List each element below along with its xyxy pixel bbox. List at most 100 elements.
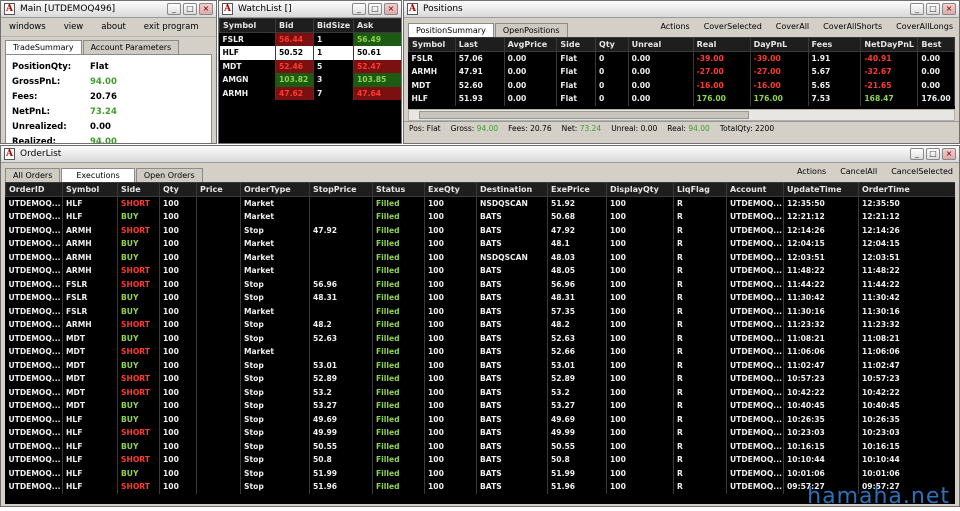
positions-header[interactable]: Symbol [408,37,456,52]
orderlist-header[interactable]: StopPrice [309,182,373,197]
menu-exit-program[interactable]: exit program [144,22,199,32]
order-row[interactable]: UTDEMOQ... HLF BUY 100 Stop 49.69 Filled 100 BAT… [5,412,955,426]
orderlist-header[interactable]: Status [372,182,425,197]
order-row[interactable]: UTDEMOQ... MDT BUY 100 Stop 53.01 Filled 100 BAT… [5,358,955,372]
cover-all-longs-button[interactable]: CoverAllLongs [896,22,953,31]
order-row[interactable]: UTDEMOQ... MDT SHORT 100 Stop 53.2 Filled 100 BA… [5,385,955,399]
order-row[interactable]: UTDEMOQ... HLF SHORT 100 Stop 49.99 Filled 100 B… [5,426,955,440]
order-row[interactable]: UTDEMOQ... ARMH SHORT 100 Stop 48.2 Filled 100 B… [5,318,955,332]
tab-all-orders[interactable]: All Orders [5,168,61,182]
orderlist-header[interactable]: OrderType [240,182,310,197]
watchlist-header[interactable]: BidSize [313,18,354,33]
watchlist-header[interactable]: Symbol [219,18,276,33]
positions-row[interactable]: HLF 51.93 0.00 Flat 0 0.00 176.00 176.00 7.53 168… [408,92,955,106]
watchlist-row[interactable]: HLF 50.52 1 50.61 [219,46,401,60]
tab-open-positions[interactable]: OpenPositions [494,23,568,37]
positions-row[interactable]: MDT 52.60 0.00 Flat 0 0.00 -16.00 -16.00 5.65 -21… [408,78,955,92]
order-row[interactable]: UTDEMOQ... ARMH BUY 100 Market Filled 100 NSDQS… [5,250,955,264]
positions-header[interactable]: Side [556,37,597,52]
positions-header[interactable]: NetDayPnL [860,37,919,52]
order-row[interactable]: UTDEMOQ... FSLR BUY 100 Market Filled 100 BATS 5… [5,304,955,318]
order-cell: 48.03 [547,250,607,264]
cover-all-shorts-button[interactable]: CoverAllShorts [823,22,882,31]
watchlist-row[interactable]: AMGN 103.82 3 103.85 [219,73,401,87]
maximize-icon[interactable]: □ [926,3,940,15]
tab-position-summary[interactable]: PositionSummary [408,23,494,37]
positions-header[interactable]: Fees [807,37,862,52]
positions-row[interactable]: FSLR 57.06 0.00 Flat 0 0.00 -39.00 -39.00 1.91 -4… [408,51,955,65]
positions-header[interactable]: AvgPrice [503,37,558,52]
cancel-selected-button[interactable]: CancelSelected [891,167,953,176]
maximize-icon[interactable]: □ [183,3,197,15]
positions-header[interactable]: DayPnL [749,37,809,52]
cancel-all-button[interactable]: CancelAll [840,167,877,176]
order-row[interactable]: UTDEMOQ... HLF BUY 100 Stop 50.55 Filled 100 BAT… [5,439,955,453]
order-row[interactable]: UTDEMOQ... FSLR SHORT 100 Stop 56.96 Filled 100… [5,277,955,291]
menu-about[interactable]: about [101,22,126,32]
minimize-icon[interactable]: _ [167,3,181,15]
order-row[interactable]: UTDEMOQ... HLF SHORT 100 Market Filled 100 NSDQ… [5,196,955,210]
tab-trade-summary[interactable]: TradeSummary [5,40,82,54]
menu-windows[interactable]: windows [9,22,46,32]
orderlist-header[interactable]: Account [726,182,784,197]
tab-executions[interactable]: Executions [61,168,135,182]
positions-titlebar[interactable]: A Positions _ □ × [404,1,959,18]
order-row[interactable]: UTDEMOQ... HLF SHORT 100 Stop 50.8 Filled 100 BA… [5,453,955,467]
minimize-icon[interactable]: _ [910,3,924,15]
close-icon[interactable]: × [942,3,956,15]
watchlist-row[interactable]: ARMH 47.62 7 47.64 [219,86,401,100]
orderlist-header[interactable]: Destination [476,182,548,197]
orderlist-header[interactable]: ExePrice [547,182,607,197]
positions-row[interactable]: ARMH 47.91 0.00 Flat 0 0.00 -27.00 -27.00 5.67 -3… [408,65,955,79]
order-row[interactable]: UTDEMOQ... ARMH SHORT 100 Market Filled 100 BAT… [5,264,955,278]
orderlist-header[interactable]: DisplayQty [606,182,674,197]
watchlist-titlebar[interactable]: A WatchList [] _ □ × [219,1,401,18]
minimize-icon[interactable]: _ [910,148,924,160]
orderlist-header[interactable]: Side [117,182,160,197]
orderlist-header[interactable]: LiqFlag [673,182,727,197]
positions-scrollbar[interactable] [408,109,955,121]
close-icon[interactable]: × [199,3,213,15]
orderlist-header[interactable]: ExeQty [424,182,477,197]
positions-header[interactable]: Real [692,37,751,52]
orderlist-header[interactable]: Qty [159,182,197,197]
order-row[interactable]: UTDEMOQ... HLF BUY 100 Stop 51.99 Filled 100 BAT… [5,466,955,480]
watchlist-row[interactable]: FSLR 56.44 1 56.49 [219,32,401,46]
cover-selected-button[interactable]: CoverSelected [704,22,762,31]
positions-header[interactable]: Last [454,37,505,52]
close-icon[interactable]: × [942,148,956,160]
orderlist-header[interactable]: Price [196,182,241,197]
orderlist-header[interactable]: UpdateTime [783,182,859,197]
order-row[interactable]: UTDEMOQ... MDT SHORT 100 Stop 52.89 Filled 100 B… [5,372,955,386]
maximize-icon[interactable]: □ [926,148,940,160]
order-row[interactable]: UTDEMOQ... HLF BUY 100 Market Filled 100 BATS 50… [5,210,955,224]
minimize-icon[interactable]: _ [352,3,366,15]
orderlist-header[interactable]: OrderTime [858,182,955,197]
positions-actions-menu[interactable]: Actions [660,22,689,31]
orderlist-titlebar[interactable]: A OrderList _ □ × [1,146,959,163]
positions-header[interactable]: Qty [595,37,629,52]
order-row[interactable]: UTDEMOQ... ARMH BUY 100 Market Filled 100 BATS 4… [5,237,955,251]
orderlist-header[interactable]: OrderID [5,182,63,197]
tab-account-parameters[interactable]: Account Parameters [82,40,180,54]
close-icon[interactable]: × [384,3,398,15]
main-titlebar[interactable]: A Main [UTDEMOQ496] _ □ × [1,1,216,18]
order-row[interactable]: UTDEMOQ... MDT BUY 100 Stop 52.63 Filled 100 BAT… [5,331,955,345]
watchlist-row[interactable]: MDT 52.46 5 52.47 [219,59,401,73]
order-row[interactable]: UTDEMOQ... MDT SHORT 100 Market Filled 100 BATS… [5,345,955,359]
tab-open-orders[interactable]: Open Orders [135,168,203,182]
order-row[interactable]: UTDEMOQ... ARMH SHORT 100 Stop 47.92 Filled 100… [5,223,955,237]
watchlist-header[interactable]: Bid [275,18,314,33]
watchlist-header[interactable]: Ask [353,18,401,33]
order-row[interactable]: UTDEMOQ... FSLR BUY 100 Stop 48.31 Filled 100 BA… [5,291,955,305]
orderlist-actions-menu[interactable]: Actions [797,167,826,176]
watchlist-ask: 47.64 [353,86,401,100]
positions-header[interactable]: Unreal [627,37,694,52]
orderlist-header[interactable]: Symbol [62,182,118,197]
positions-header[interactable]: Best [917,37,955,52]
cover-all-button[interactable]: CoverAll [776,22,809,31]
scrollbar-thumb[interactable] [419,111,749,119]
order-row[interactable]: UTDEMOQ... MDT BUY 100 Stop 53.27 Filled 100 BAT… [5,399,955,413]
maximize-icon[interactable]: □ [368,3,382,15]
menu-view[interactable]: view [64,22,84,32]
